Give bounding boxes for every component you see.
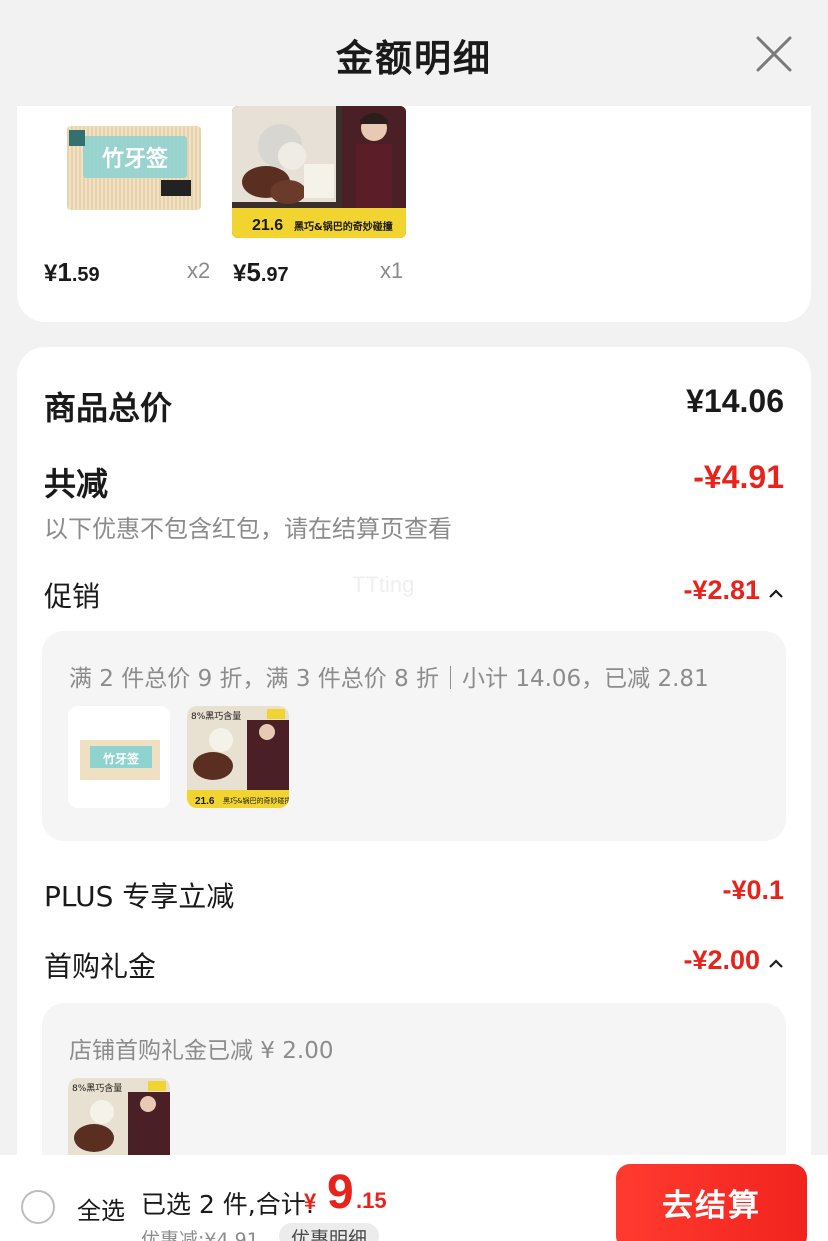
gift-thumb-label: 8%黑巧含量: [72, 1082, 122, 1094]
close-icon[interactable]: [754, 34, 794, 74]
watermark: TTting: [352, 572, 415, 597]
select-all-label[interactable]: 全选: [77, 1191, 125, 1226]
first-gift-value-wrap: -¥2.00: [683, 945, 784, 977]
discount-summary: 优惠减:¥4.91: [141, 1229, 259, 1241]
total-currency: ¥: [304, 1189, 317, 1214]
product-2-image[interactable]: 21.6 黑巧&锅巴的奇妙碰撞: [232, 106, 406, 238]
total-decimal: .15: [356, 1188, 387, 1213]
selected-count-text: 已选 2 件,合计:: [141, 1190, 315, 1219]
chevron-up-icon[interactable]: [768, 576, 784, 607]
summary-card: 商品总价 ¥14.06 共减 -¥4.91 以下优惠不包含红包，请在结算页查看 …: [17, 347, 811, 1241]
plus-row: PLUS 专享立减 -¥0.1: [44, 875, 784, 913]
product-2-qty: x1: [380, 258, 404, 283]
goods-total-label: 商品总价: [44, 389, 173, 427]
promo-thumb-snack[interactable]: 8%黑巧含量 21.6 黑巧&锅巴的奇妙碰撞: [187, 706, 289, 808]
total-integer: 9: [327, 1166, 354, 1219]
promo-thumb-toothpick[interactable]: 竹牙签: [68, 706, 170, 808]
snack-thumb-slogan: 黑巧&锅巴的奇妙碰撞: [223, 796, 289, 805]
first-gift-detail-text: 店铺首购礼金已减 ¥ 2.00: [69, 1038, 334, 1064]
promo-value-wrap: -¥2.81: [683, 575, 784, 607]
chevron-up-icon[interactable]: [768, 946, 784, 977]
promo-detail-text: 满 2 件总价 9 折，满 3 件总价 8 折｜小计 14.06，已减 2.81: [69, 666, 709, 692]
first-gift-value: -¥2.00: [683, 945, 760, 975]
product-2-price: ¥5.97: [233, 257, 289, 287]
promo-value: -¥2.81: [683, 575, 760, 605]
total-reduce-label: 共减: [44, 465, 109, 503]
product-1-qty: x2: [187, 258, 211, 283]
plus-label: PLUS 专享立减: [44, 880, 235, 913]
product-2-badge-text: 黑巧&锅巴的奇妙碰撞: [294, 220, 393, 233]
checkout-button[interactable]: 去结算: [616, 1164, 807, 1241]
product-2-badge-value: 21.6: [252, 217, 283, 234]
promo-detail-box: 满 2 件总价 9 折，满 3 件总价 8 折｜小计 14.06，已减 2.81…: [42, 631, 786, 841]
promo-label: 促销: [44, 580, 101, 613]
total-reduce-row: 共减 -¥4.91: [44, 459, 784, 503]
goods-total-value: ¥14.06: [686, 383, 784, 419]
plus-value: -¥0.1: [722, 875, 784, 905]
discount-note: 以下优惠不包含红包，请在结算页查看: [44, 515, 452, 543]
sheet-header: 金额明细: [0, 0, 828, 106]
snack-thumb-badge: 21.6: [195, 796, 215, 807]
select-all-radio[interactable]: [21, 1190, 55, 1224]
total-reduce-value: -¥4.91: [693, 459, 784, 495]
svg-text:竹牙签: 竹牙签: [101, 146, 169, 172]
snack-thumb-label: 8%黑巧含量: [191, 710, 241, 722]
sheet-title: 金额明细: [336, 37, 492, 80]
checkout-bar: 全选 已选 2 件,合计: ¥ 9 .15 优惠减:¥4.91 优惠明细 去结算: [0, 1155, 828, 1241]
svg-text:竹牙签: 竹牙签: [102, 751, 140, 766]
discount-detail-button[interactable]: 优惠明细: [279, 1223, 380, 1241]
product-1-price: ¥1.59: [44, 257, 100, 287]
goods-total-row: 商品总价 ¥14.06: [44, 383, 784, 427]
amount-detail-sheet: 竹牙签 ¥1.59 x2 21.6 黑巧&锅巴的奇妙碰撞 ¥5.97 x1 金额…: [0, 0, 828, 1241]
first-gift-label: 首购礼金: [44, 950, 157, 983]
first-gift-row[interactable]: 首购礼金 -¥2.00: [44, 945, 784, 983]
product-1-image[interactable]: 竹牙签: [47, 106, 217, 246]
